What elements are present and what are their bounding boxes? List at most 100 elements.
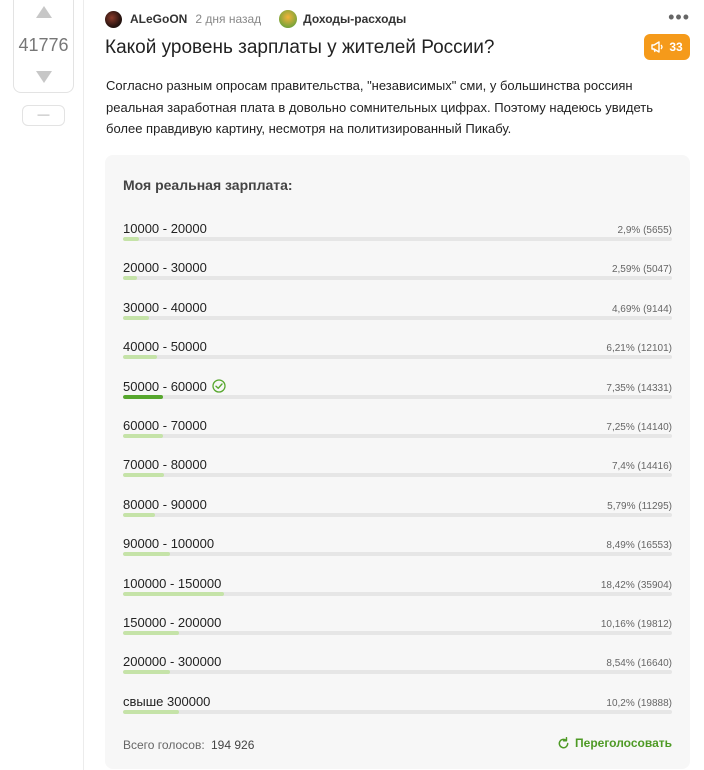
poll-option[interactable]: 60000 - 70000 7,25% (14140) bbox=[123, 418, 672, 448]
poll-option[interactable]: 100000 - 150000 18,42% (35904) bbox=[123, 576, 672, 606]
revote-label: Переголосовать bbox=[575, 736, 672, 750]
poll-option-label: 60000 - 70000 bbox=[123, 418, 207, 433]
poll-total-label: Всего голосов: bbox=[123, 738, 205, 752]
poll-option-bar-track bbox=[123, 394, 672, 399]
poll-total-value: 194 926 bbox=[211, 738, 255, 752]
check-circle-icon bbox=[212, 379, 226, 393]
community-name[interactable]: Доходы-расходы bbox=[303, 12, 406, 26]
poll-option[interactable]: 70000 - 80000 7,4% (14416) bbox=[123, 457, 672, 487]
poll-option-label: 100000 - 150000 bbox=[123, 576, 221, 591]
poll-option-text: 90000 - 100000 bbox=[123, 536, 215, 552]
poll-option-label: 50000 - 60000 bbox=[123, 379, 226, 394]
poll-option-stat: 7,25% (14140) bbox=[606, 422, 672, 433]
poll-option-stat: 2,59% (5047) bbox=[611, 264, 672, 276]
poll-option-bar-fill bbox=[123, 315, 149, 320]
poll-option-bar-track bbox=[123, 355, 672, 360]
poll-option-label: 200000 - 300000 bbox=[123, 654, 221, 669]
poll-option-text: 80000 - 90000 bbox=[123, 496, 207, 512]
poll-option-text: 20000 - 30000 bbox=[123, 260, 207, 276]
poll-option-label: 20000 - 30000 bbox=[123, 260, 207, 275]
poll-option-text: 150000 - 200000 bbox=[123, 615, 222, 630]
poll-option-stat: 4,69% (9144) bbox=[611, 303, 672, 315]
poll-option-stat: 8,54% (16640) bbox=[606, 658, 672, 670]
megaphone-icon bbox=[651, 41, 663, 53]
badge-count: 33 bbox=[669, 40, 683, 54]
poll-option-stat: 6,21% (12101) bbox=[606, 343, 672, 355]
poll-option-bar-fill bbox=[123, 552, 170, 557]
poll-option-label: 150000 - 200000 bbox=[123, 615, 221, 630]
rating-column: 41776 — bbox=[0, 0, 84, 770]
poll-option-bar-fill bbox=[123, 591, 225, 596]
poll-option[interactable]: 20000 - 30000 2,59% (5047) bbox=[123, 260, 672, 290]
collapse-button[interactable]: — bbox=[22, 105, 65, 126]
poll-option-stat: 8,49% (16553) bbox=[606, 540, 672, 552]
poll-option-label: 40000 - 50000 bbox=[123, 339, 207, 354]
poll-option[interactable]: свыше 300000 10,2% (19888) bbox=[123, 694, 672, 724]
poll-option-text: 60000 - 70000 bbox=[123, 418, 207, 433]
rating-box: 41776 bbox=[13, 0, 74, 93]
comments-badge[interactable]: 33 bbox=[644, 34, 690, 60]
poll-option-stat: 18,42% (35904) bbox=[600, 579, 672, 591]
poll-option-bar-track bbox=[123, 512, 672, 517]
revote-button[interactable]: Переголосовать bbox=[557, 736, 672, 750]
poll-option-bar-fill bbox=[123, 473, 164, 478]
poll-option-bar-track bbox=[123, 552, 672, 557]
poll-option-label: 30000 - 40000 bbox=[123, 300, 207, 315]
poll-option-bar-fill bbox=[123, 709, 179, 714]
poll-option-label: 90000 - 100000 bbox=[123, 536, 214, 551]
poll-option[interactable]: 150000 - 200000 10,16% (19812) bbox=[123, 615, 672, 645]
poll-option-bar-track bbox=[123, 670, 672, 675]
poll-option[interactable]: 200000 - 300000 8,54% (16640) bbox=[123, 654, 672, 684]
poll-option-text: 40000 - 50000 bbox=[123, 339, 207, 355]
poll-option-bar-fill bbox=[123, 276, 138, 281]
community-avatar[interactable] bbox=[279, 10, 298, 28]
poll-option-bar-track bbox=[123, 434, 672, 438]
poll-option-text: свыше 300000 bbox=[123, 693, 211, 709]
poll-option-stat: 2,9% (5655) bbox=[617, 225, 672, 236]
more-icon[interactable]: ••• bbox=[668, 8, 690, 26]
poll-option-bar-track bbox=[123, 473, 672, 478]
poll-option-bar-fill bbox=[123, 512, 155, 517]
rating-value: 41776 bbox=[18, 35, 69, 55]
poll-option-bar-fill bbox=[123, 434, 163, 438]
poll-option-bar-track bbox=[123, 709, 672, 714]
poll-option-label: 70000 - 80000 bbox=[123, 457, 207, 472]
poll-option-stat: 7,4% (14416) bbox=[611, 461, 672, 473]
poll-option-bar-fill bbox=[123, 670, 170, 675]
poll-option[interactable]: 80000 - 90000 5,79% (11295) bbox=[123, 497, 672, 527]
post-text: Согласно разным опросам правительства, "… bbox=[106, 78, 654, 136]
author-avatar[interactable] bbox=[105, 10, 122, 28]
upvote-arrow-icon[interactable] bbox=[35, 6, 52, 18]
post-title[interactable]: Какой уровень зарплаты у жителей России? bbox=[105, 37, 494, 59]
poll-option-label: 80000 - 90000 bbox=[123, 497, 207, 512]
poll-option-bar-fill bbox=[123, 631, 179, 635]
poll-option-text: 200000 - 300000 bbox=[123, 654, 222, 670]
poll-title: Моя реальная зарплата: bbox=[123, 177, 293, 193]
poll-option-text: 100000 - 150000 bbox=[123, 575, 222, 591]
poll: Моя реальная зарплата: 10000 - 20000 2,9%… bbox=[105, 155, 690, 769]
post-meta: ALeGoON 2 дня назад Доходы-расходы bbox=[105, 10, 406, 28]
poll-option-bar-track bbox=[123, 631, 672, 635]
refresh-icon bbox=[558, 736, 569, 748]
poll-option-text: 70000 - 80000 bbox=[123, 457, 207, 473]
poll-option-label: свыше 300000 bbox=[123, 694, 210, 709]
post-time: 2 дня назад bbox=[195, 12, 262, 26]
poll-option[interactable]: 30000 - 40000 4,69% (9144) bbox=[123, 300, 672, 330]
poll-option[interactable]: 10000 - 20000 2,9% (5655) bbox=[123, 221, 672, 251]
poll-option-stat: 10,2% (19888) bbox=[606, 697, 672, 709]
author-name[interactable]: ALeGoON bbox=[130, 12, 187, 26]
poll-option-text: 50000 - 60000 bbox=[123, 378, 207, 394]
poll-option-bar-track bbox=[123, 315, 672, 320]
downvote-arrow-icon[interactable] bbox=[35, 71, 52, 83]
poll-option-bar-track bbox=[123, 591, 672, 596]
poll-option[interactable]: 50000 - 60000 7,35% (14331) bbox=[123, 379, 672, 409]
poll-option-bar-fill bbox=[123, 394, 164, 399]
poll-option-bar-track bbox=[123, 276, 672, 281]
poll-option-text: 10000 - 20000 bbox=[123, 221, 207, 236]
poll-option[interactable]: 40000 - 50000 6,21% (12101) bbox=[123, 339, 672, 369]
poll-option-text: 30000 - 40000 bbox=[123, 299, 207, 315]
poll-option-bar-fill bbox=[123, 355, 158, 360]
poll-option-stat: 5,79% (11295) bbox=[607, 500, 672, 512]
poll-option[interactable]: 90000 - 100000 8,49% (16553) bbox=[123, 536, 672, 566]
poll-option-label: 10000 - 20000 bbox=[123, 221, 207, 236]
